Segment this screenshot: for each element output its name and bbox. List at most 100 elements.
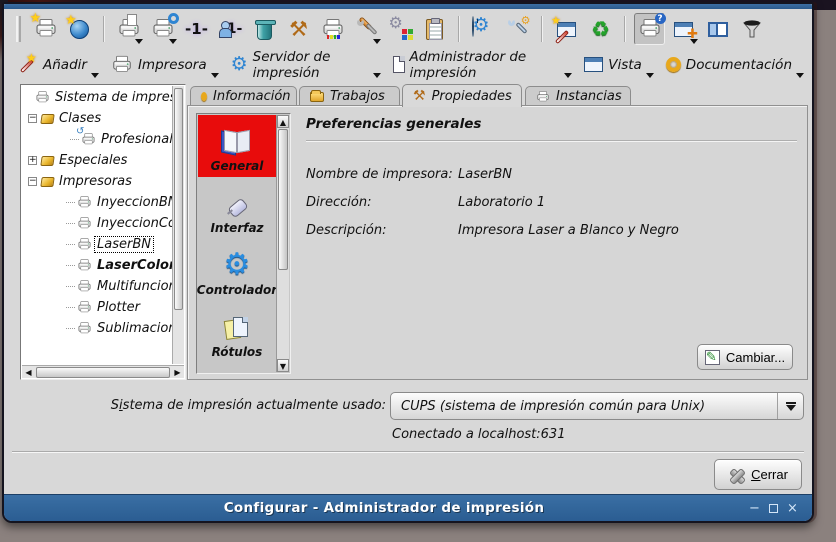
configure-wrench-button[interactable]: ⚙ <box>502 13 533 45</box>
filter-button[interactable] <box>736 13 767 45</box>
tree-item-profesional[interactable]: ↺ Profesional <box>22 129 172 150</box>
window-add-button[interactable]: ✚ <box>668 13 699 45</box>
tree-item-label[interactable]: Multifuncion <box>95 279 172 294</box>
tree-item-impresoras[interactable]: − Impresoras <box>22 171 172 192</box>
tools-button[interactable]: ⚒ <box>283 13 314 45</box>
field-label: Nombre de impresora: <box>306 167 458 182</box>
collapse-expander[interactable]: − <box>28 177 37 186</box>
menu-anadir[interactable]: ★ Añadir <box>16 50 99 80</box>
menu-servidor-de-impresion[interactable]: ⚙ Servidor de impresión <box>229 50 381 80</box>
window-icon <box>584 57 603 72</box>
refresh-button[interactable]: ♻ <box>585 13 616 45</box>
window-titlebar[interactable]: Configurar - Administrador de impresión … <box>4 494 812 521</box>
tree-item-label[interactable]: InyeccionBN <box>95 195 172 210</box>
tree-item-label[interactable]: Clases <box>57 111 103 126</box>
footer-divider <box>12 451 804 453</box>
toolbar-separator <box>458 16 460 42</box>
wizard-window-icon: ★ <box>557 22 576 37</box>
scrollbar-thumb[interactable] <box>278 129 288 270</box>
tree-item-plotter[interactable]: Plotter <box>22 297 172 318</box>
change-button-label: Cambiar... <box>726 350 785 365</box>
toolbar-handle[interactable] <box>16 16 21 42</box>
category-general[interactable]: General <box>198 115 276 177</box>
tree-item-label[interactable]: Profesional <box>99 132 172 147</box>
scrollbar-thumb[interactable] <box>174 88 183 310</box>
printer-class-icon: ↺ <box>81 132 96 147</box>
tree-item-label[interactable]: Impresoras <box>57 174 134 189</box>
window-close-button[interactable]: × <box>785 501 800 516</box>
print-system-combobox[interactable]: CUPS (sistema de impresión común para Un… <box>390 392 804 420</box>
system-gears-button[interactable]: ⚙ <box>385 13 416 45</box>
server-settings-button[interactable]: ⚙ <box>468 13 499 45</box>
remove-minus-one-button[interactable]: -1- <box>181 13 212 45</box>
refresh-icon: ♻ <box>591 19 610 40</box>
tree-item-laserbn[interactable]: LaserBN <box>22 234 172 255</box>
tree-item-multifuncion[interactable]: Multifuncion <box>22 276 172 297</box>
printer-configure-button[interactable] <box>147 13 178 45</box>
printer-copies-button[interactable] <box>113 13 144 45</box>
tree-horizontal-scrollbar[interactable]: ◀ ▶ <box>22 365 184 378</box>
tree-item-label[interactable]: Sublimacion <box>95 321 172 336</box>
tree-item-inyeccioncolor[interactable]: InyeccionColor <box>22 213 172 234</box>
printer-help-button[interactable]: ? <box>634 13 665 45</box>
tree-guide-line <box>66 286 75 287</box>
tree-item-label[interactable]: LaserColor <box>95 258 172 273</box>
scroll-right-icon[interactable]: ▶ <box>171 366 184 379</box>
category-controlador[interactable]: ⚙ Controlador <box>198 239 276 301</box>
tree-item-clases[interactable]: − Clases <box>22 108 172 129</box>
properties-category-list: General Interfaz ⚙ Controlador Rótulos <box>196 113 291 374</box>
add-special-printer-button[interactable]: ★ <box>64 13 95 45</box>
tree-item-especiales[interactable]: + Especiales <box>22 150 172 171</box>
minimize-button[interactable]: − <box>747 501 762 516</box>
tab-informacion[interactable]: Información <box>190 86 297 106</box>
report-clipboard-button[interactable] <box>419 13 450 45</box>
section-header: Preferencias generales <box>306 116 797 132</box>
tree-item-label[interactable]: Sistema de impresión <box>53 90 172 105</box>
view-columns-button[interactable] <box>702 13 733 45</box>
category-interfaz[interactable]: Interfaz <box>198 177 276 239</box>
tab-propiedades[interactable]: ⚒ Propiedades <box>402 84 522 107</box>
general-preferences: Preferencias generales Nombre de impreso… <box>306 116 797 373</box>
tab-instancias[interactable]: Instancias <box>525 86 631 106</box>
tree-item-label[interactable]: Plotter <box>95 300 142 315</box>
printer-question-icon: ? <box>638 17 662 41</box>
scroll-up-icon[interactable]: ▲ <box>277 115 289 128</box>
add-printer-wizard-button[interactable]: ★ <box>30 13 61 45</box>
category-rotulos[interactable]: Rótulos <box>198 301 276 363</box>
menu-impresora[interactable]: Impresora <box>109 50 219 80</box>
menu-administrador-de-impresion[interactable]: Administrador de impresión <box>391 50 572 80</box>
printer-test-page-button[interactable] <box>317 13 348 45</box>
label-text: stema de impresión actualmente usado: <box>123 398 386 413</box>
tab-trabajos[interactable]: Trabajos <box>299 86 400 106</box>
tree-item-label[interactable]: Especiales <box>57 153 129 168</box>
dropdown-arrow-icon <box>690 39 698 44</box>
maximize-button[interactable] <box>769 504 778 513</box>
label-text: S <box>111 398 119 413</box>
close-dialog-button[interactable]: Cerrar <box>714 459 802 490</box>
scroll-down-icon[interactable]: ▼ <box>277 359 289 372</box>
maintenance-wrench-button[interactable] <box>351 13 382 45</box>
tree-item-sublimacion[interactable]: Sublimacion <box>22 318 172 339</box>
scrollbar-thumb[interactable] <box>36 367 170 378</box>
change-button[interactable]: ✎ Cambiar... <box>697 344 793 370</box>
tree-item-label[interactable]: LaserBN <box>95 237 153 252</box>
trash-button[interactable] <box>249 13 280 45</box>
collapse-expander[interactable]: − <box>28 114 37 123</box>
tree-item-label[interactable]: InyeccionColor <box>95 216 172 231</box>
tree-item-lasercolor[interactable]: LaserColor <box>22 255 172 276</box>
combo-arrow-icon <box>786 402 796 404</box>
document-icon <box>393 56 405 73</box>
menu-vista[interactable]: Vista <box>582 50 654 80</box>
tree-vertical-scrollbar[interactable] <box>172 86 184 364</box>
scroll-left-icon[interactable]: ◀ <box>22 366 35 379</box>
combobox-dropdown-button[interactable] <box>777 393 803 419</box>
menu-documentacion[interactable]: Documentación <box>664 50 804 80</box>
category-list-scrollbar[interactable]: ▲ ▼ <box>276 115 289 372</box>
x-cross-icon <box>728 466 745 483</box>
user-minus-one-button[interactable]: 1- <box>215 13 246 45</box>
wizard-window-button[interactable]: ★ <box>551 13 582 45</box>
expand-expander[interactable]: + <box>28 156 37 165</box>
tree-item-sistema-de-impresion[interactable]: Sistema de impresión <box>22 87 172 108</box>
tree-item-inyeccionbn[interactable]: InyeccionBN <box>22 192 172 213</box>
gear-clock-icon: ⚙ <box>472 17 496 41</box>
